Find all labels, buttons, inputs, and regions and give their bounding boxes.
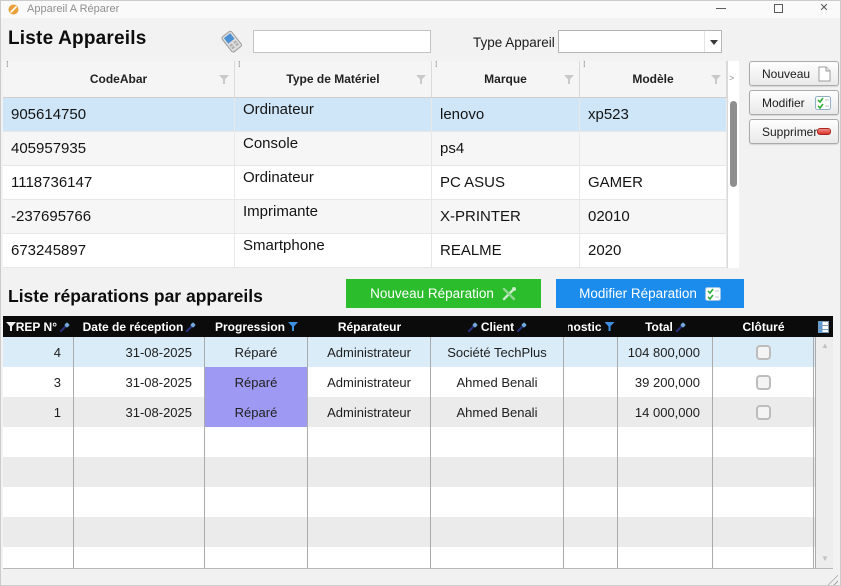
cloture-checkbox[interactable] (756, 345, 771, 360)
checklist-icon (705, 287, 721, 301)
scroll-down-icon[interactable]: ▼ (816, 554, 833, 563)
filter-icon[interactable] (416, 75, 426, 84)
table-row[interactable]: 905614750 Ordinateur lenovo xp523 (3, 98, 727, 132)
filter-icon[interactable] (288, 322, 298, 331)
devices-table: ⁞ CodeAbar ⁞ Type de Matériel ⁞ Marque ⁞… (3, 61, 739, 268)
table-row[interactable]: 4 31-08-2025 Réparé Administrateur Socié… (3, 337, 833, 367)
checklist-icon (815, 96, 831, 110)
modifier-button[interactable]: Modifier (749, 90, 839, 115)
devices-heading: Liste Appareils (8, 28, 147, 50)
status-cell: Réparé (205, 367, 308, 397)
maximize-button[interactable] (765, 1, 791, 17)
column-header-codeabar[interactable]: ⁞ CodeAbar (3, 61, 235, 98)
nouveau-reparation-button[interactable]: Nouveau Réparation (346, 279, 541, 308)
chevron-down-icon[interactable] (704, 31, 721, 52)
empty-row (3, 517, 833, 547)
filter-icon[interactable] (219, 75, 229, 84)
search-input[interactable] (253, 30, 431, 53)
filter-icon[interactable] (711, 75, 721, 84)
titlebar: Appareil A Réparer ✕ (1, 1, 840, 18)
cloture-checkbox[interactable] (756, 405, 771, 420)
table-row[interactable]: 673245897 Smartphone REALME 2020 (3, 234, 727, 268)
empty-row (3, 457, 833, 487)
empty-row (3, 427, 833, 457)
supprimer-button[interactable]: Supprimer (749, 119, 839, 144)
wand-icon (60, 322, 70, 332)
filter-icon[interactable] (605, 322, 615, 331)
status-strip (1, 569, 840, 586)
column-header-type[interactable]: ⁞ Type de Matériel (235, 61, 432, 98)
filter-icon[interactable] (564, 75, 574, 84)
resize-grip[interactable] (825, 572, 838, 585)
tools-icon (502, 286, 517, 301)
wand-icon (517, 322, 527, 332)
column-header-rep[interactable]: REP N° (3, 316, 74, 337)
barcode-scanner-icon (218, 28, 246, 56)
repairs-scrollbar[interactable]: ▲ ▼ (815, 337, 833, 569)
filter-icon[interactable] (6, 322, 16, 331)
devices-table-body: 905614750 Ordinateur lenovo xp523 405957… (3, 98, 727, 268)
column-header-date[interactable]: Date de réception (74, 316, 205, 337)
type-appareil-select[interactable] (558, 30, 722, 53)
window-title: Appareil A Réparer (27, 3, 119, 15)
table-row[interactable]: 405957935 Console ps4 (3, 132, 727, 166)
wand-icon (468, 322, 478, 332)
column-header-client[interactable]: Client (431, 316, 564, 337)
table-row[interactable]: 1118736147 Ordinateur PC ASUS GAMER (3, 166, 727, 200)
column-header-total[interactable]: Total (618, 316, 713, 337)
empty-row (3, 487, 833, 517)
wand-icon (186, 322, 196, 332)
delete-icon (817, 128, 831, 135)
column-header-diagnostic[interactable]: Diagnostic (564, 316, 618, 337)
devices-scrollbar[interactable]: > (727, 61, 739, 268)
column-header-reparateur[interactable]: Réparateur (308, 316, 431, 337)
empty-row (3, 547, 833, 569)
modifier-reparation-button[interactable]: Modifier Réparation (556, 279, 744, 308)
nouveau-button[interactable]: Nouveau (749, 61, 839, 86)
grid-options-icon[interactable] (814, 316, 832, 337)
table-row[interactable]: -237695766 Imprimante X-PRINTER 02010 (3, 200, 727, 234)
table-row[interactable]: 3 31-08-2025 Réparé Administrateur Ahmed… (3, 367, 833, 397)
repairs-heading: Liste réparations par appareils (8, 286, 263, 307)
column-header-marque[interactable]: ⁞ Marque (432, 61, 580, 98)
app-icon (8, 4, 19, 15)
table-row[interactable]: 1 31-08-2025 Réparé Administrateur Ahmed… (3, 397, 833, 427)
repairs-table: REP N° Date de réception Progression Rép… (3, 316, 833, 569)
minimize-button[interactable] (708, 1, 734, 17)
column-header-cloture[interactable]: Clôturé (713, 316, 814, 337)
repairs-table-header: REP N° Date de réception Progression Rép… (3, 316, 833, 337)
close-button[interactable]: ✕ (811, 1, 837, 17)
cloture-checkbox[interactable] (756, 375, 771, 390)
type-appareil-label: Type Appareil (473, 35, 555, 50)
scrollbar-thumb[interactable] (730, 101, 737, 187)
chevron-right-icon[interactable]: > (729, 73, 734, 83)
new-document-icon (818, 66, 831, 82)
column-header-modele[interactable]: ⁞ Modèle (580, 61, 727, 98)
status-cell: Réparé (205, 397, 308, 427)
app-window: Appareil A Réparer ✕ Liste Appareils Typ… (0, 0, 841, 586)
devices-table-header: ⁞ CodeAbar ⁞ Type de Matériel ⁞ Marque ⁞… (3, 61, 727, 98)
scroll-up-icon[interactable]: ▲ (816, 341, 833, 350)
wand-icon (676, 322, 686, 332)
column-header-progression[interactable]: Progression (205, 316, 308, 337)
